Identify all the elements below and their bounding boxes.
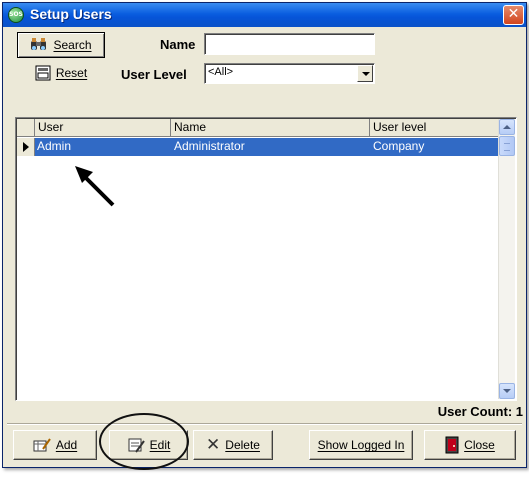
chevron-down-icon[interactable]	[357, 65, 373, 82]
column-header-user[interactable]: User	[35, 119, 171, 137]
footer-divider	[7, 423, 522, 425]
delete-x-icon: ✕	[206, 435, 221, 454]
binoculars-icon	[31, 38, 47, 50]
setup-users-window: SOS Setup Users ✕ Search Reset Name User…	[2, 2, 527, 470]
column-header-name[interactable]: Name	[171, 119, 370, 137]
reset-button[interactable]: Reset	[17, 61, 105, 85]
user-level-label: User Level	[121, 67, 187, 82]
add-icon	[33, 438, 51, 452]
edit-icon	[128, 438, 145, 453]
show-logged-in-button[interactable]: Show Logged In	[309, 430, 413, 460]
edit-button[interactable]: Edit	[109, 430, 188, 460]
user-level-value: <All>	[208, 66, 234, 78]
cell-name[interactable]: Administrator	[174, 139, 245, 153]
reset-icon	[35, 65, 51, 81]
show-logged-in-label: Show Logged In	[317, 438, 405, 452]
add-button-label: Add	[55, 438, 78, 452]
scroll-down-icon[interactable]	[499, 383, 515, 399]
close-button-label: Close	[464, 438, 495, 452]
cell-user[interactable]: Admin	[37, 139, 71, 153]
title-bar: SOS Setup Users ✕	[3, 3, 526, 27]
app-icon: SOS	[8, 7, 24, 23]
vertical-scrollbar[interactable]	[498, 119, 515, 399]
delete-button-label: Delete	[225, 438, 260, 452]
users-grid[interactable]: User Name User level Admin Administrator…	[15, 117, 517, 401]
search-button-label: Search	[53, 38, 92, 52]
window-close-button[interactable]: ✕	[503, 5, 524, 25]
name-input[interactable]	[204, 33, 375, 55]
table-row[interactable]	[17, 138, 498, 156]
edit-button-label: Edit	[149, 438, 171, 452]
cell-user-level[interactable]: Company	[373, 139, 424, 153]
name-label: Name	[160, 37, 196, 52]
user-count: User Count: 1	[437, 404, 523, 419]
row-pointer-icon	[17, 138, 35, 156]
window-title: Setup Users	[30, 6, 112, 22]
reset-button-label: Reset	[55, 66, 88, 80]
scroll-thumb[interactable]	[499, 136, 515, 156]
column-header-user-level[interactable]: User level	[370, 119, 499, 137]
row-indicator-header	[17, 119, 35, 137]
search-button[interactable]: Search	[17, 32, 105, 58]
delete-button[interactable]: ✕ Delete	[193, 430, 273, 460]
add-button[interactable]: Add	[13, 430, 97, 460]
annotation-arrow-icon	[75, 166, 115, 207]
scroll-up-icon[interactable]	[499, 119, 515, 135]
user-level-select[interactable]: <All>	[204, 63, 375, 84]
close-button[interactable]: Close	[424, 430, 516, 460]
door-exit-icon	[445, 436, 459, 454]
